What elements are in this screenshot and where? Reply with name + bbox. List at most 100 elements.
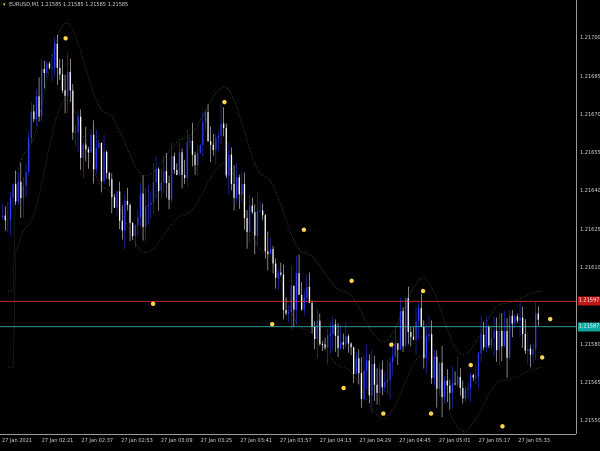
bear-candle	[251, 205, 253, 213]
candles	[2, 34, 539, 418]
bear-candle	[397, 343, 399, 350]
time-axis[interactable]: 27 Jan 2021 27 Jan 02:21 27 Jan 02:37 27 Ja…	[0, 434, 576, 451]
bear-candle	[126, 200, 129, 205]
bull-candle	[77, 116, 79, 133]
bear-candle	[373, 363, 376, 385]
price-axis[interactable]: 1.21700 1.21685 1.21670 1.21655 1.21640 1.216…	[576, 0, 600, 434]
bear-candle	[158, 169, 160, 191]
bear-candle	[20, 181, 22, 199]
bear-candle	[173, 156, 175, 170]
bull-candle	[217, 135, 220, 139]
plot-area[interactable]: ▾ EURUSD,M1 1.21585 1.21585 1.21585 1.21…	[0, 0, 576, 434]
bull-candle	[493, 330, 495, 339]
bear-candle	[472, 375, 474, 378]
signal-dot	[468, 362, 473, 368]
symbol-label: EURUSD,M1	[9, 2, 40, 8]
bear-candle	[15, 184, 17, 202]
bull-candle	[480, 334, 482, 354]
time-axis-label: 27 Jan 05:17	[478, 438, 511, 444]
bull-candle	[134, 225, 136, 237]
bear-candle	[225, 127, 227, 176]
bull-candle	[519, 317, 521, 321]
bear-candle	[501, 331, 503, 347]
price-axis-label: 1.21640	[580, 188, 600, 195]
bear-candle	[59, 67, 61, 75]
bear-candle	[61, 74, 64, 91]
time-axis-label: 27 Jan 05:33	[518, 438, 550, 444]
chart-header: ▾ EURUSD,M1 1.21585 1.21585 1.21585 1.21…	[3, 2, 128, 8]
bear-candle	[108, 172, 110, 180]
bear-candle	[212, 144, 214, 150]
bull-candle	[178, 152, 181, 175]
time-axis-label: 27 Jan 04:29	[359, 438, 392, 444]
bull-candle	[355, 358, 357, 374]
bull-candle	[345, 336, 347, 345]
bear-candle	[267, 251, 269, 254]
bull-candle	[363, 370, 365, 399]
bull-candle	[288, 311, 290, 314]
bear-candle	[516, 316, 519, 321]
bear-candle	[496, 330, 498, 351]
chart-window[interactable]: ▾ EURUSD,M1 1.21585 1.21585 1.21585 1.21…	[0, 0, 600, 450]
bull-candle	[9, 197, 12, 220]
bear-candle	[342, 342, 344, 345]
bear-candle	[246, 218, 248, 232]
bull-candle	[394, 343, 396, 357]
bull-candle	[90, 134, 92, 153]
time-axis-label: 27 Jan 02:37	[81, 438, 114, 444]
bull-candle	[150, 202, 152, 205]
envelope-bands	[8, 22, 544, 432]
bear-candle	[360, 373, 363, 399]
bull-candle	[327, 335, 329, 348]
bull-candle	[428, 334, 430, 337]
bull-candle	[82, 144, 84, 158]
bear-candle	[358, 358, 360, 374]
signal-dot	[420, 288, 426, 294]
bear-candle	[488, 326, 490, 346]
bear-candle	[176, 169, 178, 175]
bull-candle	[67, 71, 69, 96]
bear-candle	[165, 170, 168, 183]
bear-candle	[537, 313, 539, 320]
price-axis-label: 1.21580	[580, 341, 600, 348]
bear-candle	[230, 154, 233, 184]
bull-candle	[22, 185, 25, 199]
bull-candle	[202, 122, 204, 145]
bear-candle	[85, 144, 87, 150]
bear-candle	[293, 285, 295, 310]
bull-candle	[186, 142, 188, 178]
bear-candle	[223, 123, 225, 128]
signal-dot	[539, 355, 545, 360]
time-axis-label: 27 Jan 03:09	[160, 438, 193, 444]
bear-candle	[56, 43, 58, 68]
bear-candle	[93, 134, 95, 170]
bull-candle	[41, 69, 43, 117]
signal-dot	[349, 278, 354, 284]
bear-candle	[441, 362, 443, 398]
signal-dot	[389, 342, 394, 347]
bear-candle	[334, 324, 337, 336]
bull-candle	[532, 349, 534, 355]
bear-candle	[243, 183, 246, 219]
bull-candle	[475, 376, 477, 378]
bear-candle	[454, 383, 456, 385]
bull-candle	[25, 171, 27, 186]
bear-candle	[191, 140, 194, 155]
bear-candle	[4, 215, 6, 221]
bear-candle	[347, 336, 350, 344]
bull-candle	[256, 210, 259, 236]
bear-candle	[210, 141, 212, 145]
bull-candle	[46, 63, 48, 73]
bear-candle	[129, 204, 131, 224]
bull-candle	[160, 182, 162, 191]
bear-candle	[100, 142, 103, 182]
bull-candle	[103, 151, 105, 182]
bull-candle	[418, 308, 420, 322]
signal-dot	[428, 411, 434, 416]
price-chart[interactable]	[0, 0, 576, 434]
bear-candle	[449, 385, 451, 393]
bull-candle	[490, 338, 493, 346]
bull-candle	[535, 313, 537, 350]
signal-dot	[341, 385, 346, 391]
bear-candle	[412, 336, 415, 340]
